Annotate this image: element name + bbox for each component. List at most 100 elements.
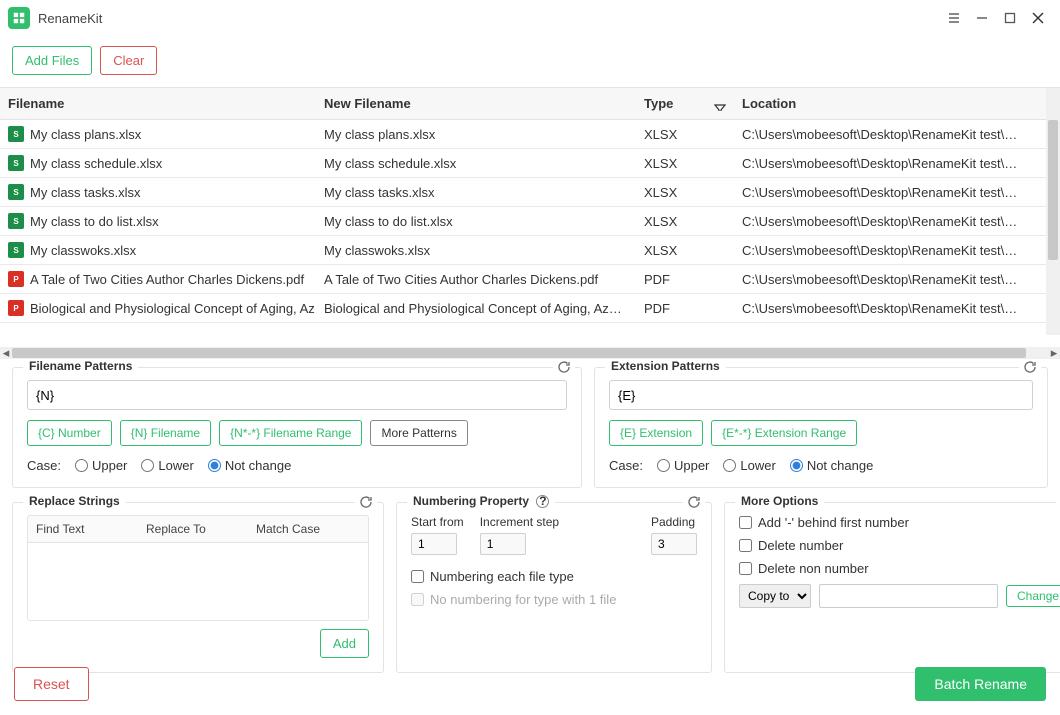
horizontal-scroll-thumb[interactable] [12, 348, 1026, 358]
cell-type: PDF [636, 272, 734, 287]
cell-location: C:\Users\mobeesoft\Desktop\RenameKit tes… [734, 127, 1030, 142]
refresh-icon[interactable] [1056, 495, 1060, 512]
scroll-right-arrow[interactable]: ▸ [1048, 347, 1060, 359]
clear-button[interactable]: Clear [100, 46, 157, 75]
table-row[interactable]: SMy class to do list.xlsxMy class to do … [0, 207, 1060, 236]
add-files-button[interactable]: Add Files [12, 46, 92, 75]
close-button[interactable] [1024, 4, 1052, 32]
cell-type: XLSX [636, 156, 734, 171]
radio-ext-not-change[interactable]: Not change [790, 458, 874, 473]
increment-field: Increment step [480, 515, 559, 555]
th-location[interactable]: Location [734, 96, 1030, 111]
batch-rename-button[interactable]: Batch Rename [915, 667, 1046, 701]
horizontal-scrollbar[interactable]: ◂ ▸ [0, 347, 1060, 359]
panel-title: Filename Patterns [23, 359, 138, 373]
padding-input[interactable] [651, 533, 697, 555]
table-row[interactable]: SMy class schedule.xlsxMy class schedule… [0, 149, 1060, 178]
chk-add-dash[interactable]: Add '-' behind first number [739, 515, 1060, 530]
cell-location: C:\Users\mobeesoft\Desktop\RenameKit tes… [734, 301, 1030, 316]
file-icon: S [8, 184, 24, 200]
cell-location: C:\Users\mobeesoft\Desktop\RenameKit tes… [734, 214, 1030, 229]
cell-filename: My classwoks.xlsx [30, 243, 136, 258]
table-row[interactable]: P Biological and Physiological Concept of… [0, 294, 1060, 323]
table-row[interactable]: SMy class tasks.xlsxMy class tasks.xlsxX… [0, 178, 1060, 207]
th-new-filename[interactable]: New Filename [316, 96, 636, 111]
filename-patterns-panel: Filename Patterns {C} Number {N} Filenam… [12, 367, 582, 488]
cell-filename: My class to do list.xlsx [30, 214, 159, 229]
radio-upper[interactable]: Upper [75, 458, 127, 473]
panel-title: More Options [735, 494, 824, 508]
cell-type: XLSX [636, 214, 734, 229]
th-filename[interactable]: Filename [0, 96, 316, 111]
cell-location: C:\Users\mobeesoft\Desktop\RenameKit tes… [734, 185, 1030, 200]
filename-pattern-input[interactable] [27, 380, 567, 410]
cell-filename: Biological and Physiological Concept of … [30, 301, 315, 316]
extension-patterns-panel: Extension Patterns {E} Extension {E*-*} … [594, 367, 1048, 488]
chk-delete-non-number[interactable]: Delete non number [739, 561, 1060, 576]
titlebar: RenameKit [0, 0, 1060, 36]
cell-type: PDF [636, 301, 734, 316]
change-button[interactable]: Change [1006, 585, 1060, 607]
radio-ext-upper[interactable]: Upper [657, 458, 709, 473]
panel-title: Numbering Property ? [407, 494, 555, 508]
refresh-icon[interactable] [553, 360, 575, 377]
maximize-button[interactable] [996, 4, 1024, 32]
help-icon[interactable]: ? [536, 495, 549, 508]
toolbar: Add Files Clear [0, 36, 1060, 87]
cell-new-filename: My class plans.xlsx [316, 127, 636, 142]
file-icon: S [8, 155, 24, 171]
cell-filename: A Tale of Two Cities Author Charles Dick… [30, 272, 304, 287]
chip-filename-range[interactable]: {N*-*} Filename Range [219, 420, 362, 446]
vertical-scrollbar[interactable] [1046, 88, 1060, 335]
increment-input[interactable] [480, 533, 526, 555]
chip-e-extension[interactable]: {E} Extension [609, 420, 703, 446]
radio-lower[interactable]: Lower [141, 458, 193, 473]
table-row[interactable]: P A Tale of Two Cities Author Charles Dic… [0, 265, 1060, 294]
refresh-icon[interactable] [1019, 360, 1041, 377]
cell-new-filename: My class tasks.xlsx [316, 185, 636, 200]
cell-type: XLSX [636, 243, 734, 258]
case-label: Case: [27, 458, 61, 473]
cell-filename: My class schedule.xlsx [30, 156, 162, 171]
replace-strings-panel: Replace Strings Find Text Replace To Mat… [12, 502, 384, 673]
start-from-input[interactable] [411, 533, 457, 555]
minimize-button[interactable] [968, 4, 996, 32]
col-replace-to: Replace To [138, 516, 248, 542]
hamburger-icon[interactable] [940, 4, 968, 32]
replace-table-body[interactable] [27, 543, 369, 621]
file-icon: P [8, 300, 24, 316]
footer: Reset Batch Rename [0, 655, 1060, 715]
chip-c-number[interactable]: {C} Number [27, 420, 112, 446]
radio-not-change[interactable]: Not change [208, 458, 292, 473]
cell-new-filename: A Tale of Two Cities Author Charles Dick… [316, 272, 636, 287]
copy-to-path[interactable] [819, 584, 998, 608]
table-row[interactable]: SMy classwoks.xlsxMy classwoks.xlsxXLSXC… [0, 236, 1060, 265]
extension-pattern-input[interactable] [609, 380, 1033, 410]
table-row[interactable]: SMy class plans.xlsxMy class plans.xlsxX… [0, 120, 1060, 149]
cell-filename: My class plans.xlsx [30, 127, 141, 142]
cell-new-filename: My classwoks.xlsx [316, 243, 636, 258]
filter-icon[interactable] [714, 104, 726, 111]
cell-location: C:\Users\mobeesoft\Desktop\RenameKit tes… [734, 243, 1030, 258]
radio-ext-lower[interactable]: Lower [723, 458, 775, 473]
reset-button[interactable]: Reset [14, 667, 89, 701]
th-type[interactable]: Type [636, 96, 734, 111]
copy-to-select[interactable]: Copy to [739, 584, 811, 608]
th-type-label: Type [644, 96, 673, 111]
chk-no-number-one: No numbering for type with 1 file [411, 592, 697, 607]
file-icon: P [8, 271, 24, 287]
chip-n-filename[interactable]: {N} Filename [120, 420, 211, 446]
chk-delete-number[interactable]: Delete number [739, 538, 1060, 553]
chk-each-type[interactable]: Numbering each file type [411, 569, 697, 584]
refresh-icon[interactable] [683, 495, 705, 512]
more-options-panel: More Options Add '-' behind first number… [724, 502, 1060, 673]
add-replace-button[interactable]: Add [320, 629, 369, 658]
file-icon: S [8, 242, 24, 258]
chip-extension-range[interactable]: {E*-*} Extension Range [711, 420, 857, 446]
vertical-scroll-thumb[interactable] [1048, 120, 1058, 260]
cell-location: C:\Users\mobeesoft\Desktop\RenameKit tes… [734, 156, 1030, 171]
chip-more-patterns[interactable]: More Patterns [370, 420, 467, 446]
scroll-left-arrow[interactable]: ◂ [0, 347, 12, 359]
refresh-icon[interactable] [355, 495, 377, 512]
start-from-field: Start from [411, 515, 464, 555]
